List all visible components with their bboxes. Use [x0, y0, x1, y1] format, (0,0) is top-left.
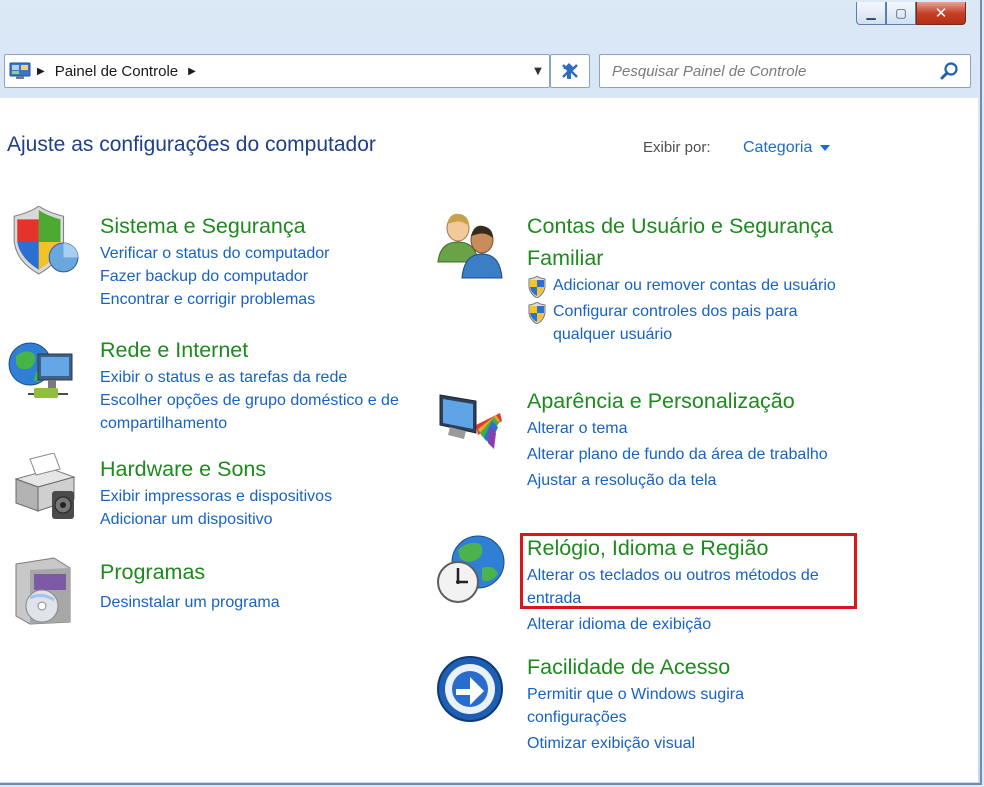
page-title: Ajuste as configurações do computador	[7, 133, 376, 156]
maximize-button[interactable]: ▢	[886, 2, 916, 25]
link-add-remove-accounts[interactable]: Adicionar ou remover contas de usuário	[527, 274, 837, 298]
caption-buttons: ▁ ▢ ✕	[856, 2, 966, 25]
control-panel-icon	[9, 62, 31, 79]
view-by-value[interactable]: Categoria	[743, 139, 812, 157]
maximize-icon: ▢	[895, 6, 907, 20]
uac-shield-icon	[528, 302, 546, 324]
category-title[interactable]: Aparência e Personalização	[527, 385, 837, 417]
printer-icon	[14, 453, 76, 519]
clock-globe-icon	[437, 535, 505, 603]
link-parental-controls-text[interactable]: Configurar controles dos pais para qualq…	[553, 303, 798, 343]
category-title[interactable]: Contas de Usuário e Segurança Familiar	[527, 210, 837, 274]
close-button[interactable]: ✕	[916, 2, 966, 25]
category-title[interactable]: Rede e Internet	[100, 334, 430, 366]
link-add-device[interactable]: Adicionar um dispositivo	[100, 508, 430, 531]
caret-down-icon	[820, 145, 831, 151]
breadcrumb-control-panel[interactable]: Painel de Controle	[55, 63, 178, 80]
search-input[interactable]	[610, 61, 924, 81]
highlight-box	[520, 533, 857, 609]
ease-of-access-icon	[437, 656, 503, 722]
category-title[interactable]: Programas	[100, 556, 430, 588]
minimize-button[interactable]: ▁	[856, 2, 886, 25]
shield-icon	[13, 206, 79, 275]
link-uninstall-program[interactable]: Desinstalar um programa	[100, 591, 430, 614]
address-dropdown-button[interactable]: ▼	[527, 55, 549, 87]
link-change-display-language[interactable]: Alterar idioma de exibição	[527, 613, 857, 636]
category-title[interactable]: Sistema e Segurança	[100, 210, 430, 242]
refresh-button[interactable]	[550, 54, 590, 88]
link-check-computer-status[interactable]: Verificar o status do computador	[100, 242, 430, 265]
refresh-icon	[562, 63, 578, 79]
uac-shield-icon	[528, 276, 546, 298]
breadcrumb-separator-icon: ▶	[37, 65, 45, 77]
link-change-desktop-background[interactable]: Alterar plano de fundo da área de trabal…	[527, 443, 837, 466]
users-icon	[437, 213, 503, 279]
link-troubleshoot[interactable]: Encontrar e corrigir problemas	[100, 288, 430, 311]
minimize-icon: ▁	[866, 6, 876, 20]
view-by-dropdown[interactable]: Categoria	[743, 139, 831, 157]
view-by-label: Exibir por:	[643, 139, 711, 156]
link-add-remove-accounts-text[interactable]: Adicionar ou remover contas de usuário	[553, 277, 836, 294]
link-adjust-resolution[interactable]: Ajustar a resolução da tela	[527, 469, 837, 492]
category-title[interactable]: Hardware e Sons	[100, 453, 430, 485]
link-homegroup-sharing[interactable]: Escolher opções de grupo doméstico e de …	[100, 389, 430, 435]
link-optimize-visual-display[interactable]: Otimizar exibição visual	[527, 732, 837, 755]
appearance-monitor-icon	[439, 394, 502, 449]
address-bar[interactable]: ▶ Painel de Controle ▶ ▼	[4, 54, 550, 88]
window-frame: ▁ ▢ ✕ ▶ Painel de Controle ▶ ▼ Pesquisar…	[0, 0, 982, 785]
search-icon[interactable]	[940, 61, 960, 81]
programs-disc-icon	[15, 557, 71, 625]
content-pane: Ajuste as configurações do computador Ex…	[0, 98, 978, 782]
network-globe-icon	[8, 342, 73, 398]
link-parental-controls[interactable]: Configurar controles dos pais para qualq…	[527, 300, 837, 346]
link-devices-printers[interactable]: Exibir impressoras e dispositivos	[100, 485, 430, 508]
chevron-down-icon: ▼	[534, 65, 542, 77]
category-title[interactable]: Facilidade de Acesso	[527, 651, 837, 683]
search-box[interactable]	[599, 54, 971, 88]
close-icon: ✕	[934, 4, 948, 22]
link-windows-suggest-settings[interactable]: Permitir que o Windows sugira configuraç…	[527, 683, 837, 729]
link-change-theme[interactable]: Alterar o tema	[527, 417, 837, 440]
breadcrumb-expand-icon[interactable]: ▶	[188, 66, 196, 77]
link-backup-computer[interactable]: Fazer backup do computador	[100, 265, 430, 288]
link-network-status[interactable]: Exibir o status e as tarefas da rede	[100, 366, 430, 389]
